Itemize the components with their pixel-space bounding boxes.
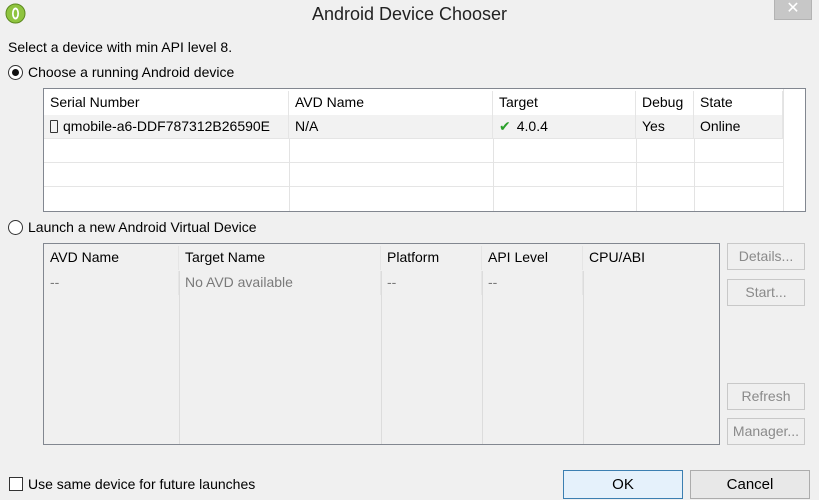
col-header-target[interactable]: Target xyxy=(493,91,636,115)
cell-api-level: -- xyxy=(482,271,583,295)
table-row[interactable]: qmobile-a6-DDF787312B26590E N/A ✔ 4.0.4 Y… xyxy=(44,115,783,139)
avd-table: AVD Name Target Name Platform API Level … xyxy=(43,243,720,445)
same-device-label[interactable]: Use same device for future launches xyxy=(28,476,255,492)
refresh-button[interactable]: Refresh xyxy=(727,383,805,410)
checkmark-icon: ✔ xyxy=(499,118,511,134)
launch-avd-radio[interactable] xyxy=(8,220,23,235)
launch-avd-label[interactable]: Launch a new Android Virtual Device xyxy=(28,219,257,235)
col-header-avd-name[interactable]: AVD Name xyxy=(44,246,179,270)
radio-selected-dot xyxy=(12,69,19,76)
title-bar: Android Device Chooser ✕ xyxy=(0,0,819,30)
column-divider xyxy=(381,271,382,444)
window-title: Android Device Chooser xyxy=(311,4,508,24)
column-divider xyxy=(636,139,637,211)
cell-cpu-abi xyxy=(583,271,719,295)
column-divider xyxy=(583,271,584,444)
serial-text: qmobile-a6-DDF787312B26590E xyxy=(63,118,271,134)
cell-target-name: No AVD available xyxy=(179,271,381,295)
column-divider xyxy=(482,271,483,444)
column-divider xyxy=(493,139,494,211)
details-button[interactable]: Details... xyxy=(727,243,805,270)
same-device-checkbox[interactable] xyxy=(9,477,23,491)
cell-avd-name: -- xyxy=(44,271,179,295)
cell-debug: Yes xyxy=(636,115,694,139)
column-divider xyxy=(179,271,180,444)
running-device-radio[interactable] xyxy=(8,65,23,80)
cell-serial: qmobile-a6-DDF787312B26590E xyxy=(44,115,289,139)
empty-row-divider xyxy=(44,162,783,163)
close-icon: ✕ xyxy=(786,0,800,17)
ok-button[interactable]: OK xyxy=(563,470,683,499)
column-divider xyxy=(289,139,290,211)
running-device-label[interactable]: Choose a running Android device xyxy=(28,64,234,80)
col-header-serial[interactable]: Serial Number xyxy=(44,91,289,115)
col-header-state[interactable]: State xyxy=(694,91,783,115)
running-devices-table: Serial Number AVD Name Target Debug Stat… xyxy=(43,88,806,212)
col-header-target-name[interactable]: Target Name xyxy=(179,246,381,270)
close-button[interactable]: ✕ xyxy=(774,0,812,20)
cell-avd-name: N/A xyxy=(289,115,493,139)
col-header-debug[interactable]: Debug xyxy=(636,91,694,115)
col-header-platform[interactable]: Platform xyxy=(381,246,482,270)
column-divider xyxy=(783,89,784,211)
cell-platform: -- xyxy=(381,271,482,295)
col-header-avd-name[interactable]: AVD Name xyxy=(289,91,493,115)
cancel-button[interactable]: Cancel xyxy=(690,470,810,499)
manager-button[interactable]: Manager... xyxy=(727,418,805,445)
col-header-cpu-abi[interactable]: CPU/ABI xyxy=(583,246,719,270)
start-button[interactable]: Start... xyxy=(727,279,805,306)
empty-row-divider xyxy=(44,186,783,187)
phone-icon xyxy=(50,120,58,133)
column-divider xyxy=(694,139,695,211)
min-api-prompt: Select a device with min API level 8. xyxy=(8,39,233,55)
cell-state: Online xyxy=(694,115,783,139)
cell-target: ✔ 4.0.4 xyxy=(493,115,636,139)
target-text: 4.0.4 xyxy=(516,118,548,134)
col-header-api-level[interactable]: API Level xyxy=(482,246,583,270)
